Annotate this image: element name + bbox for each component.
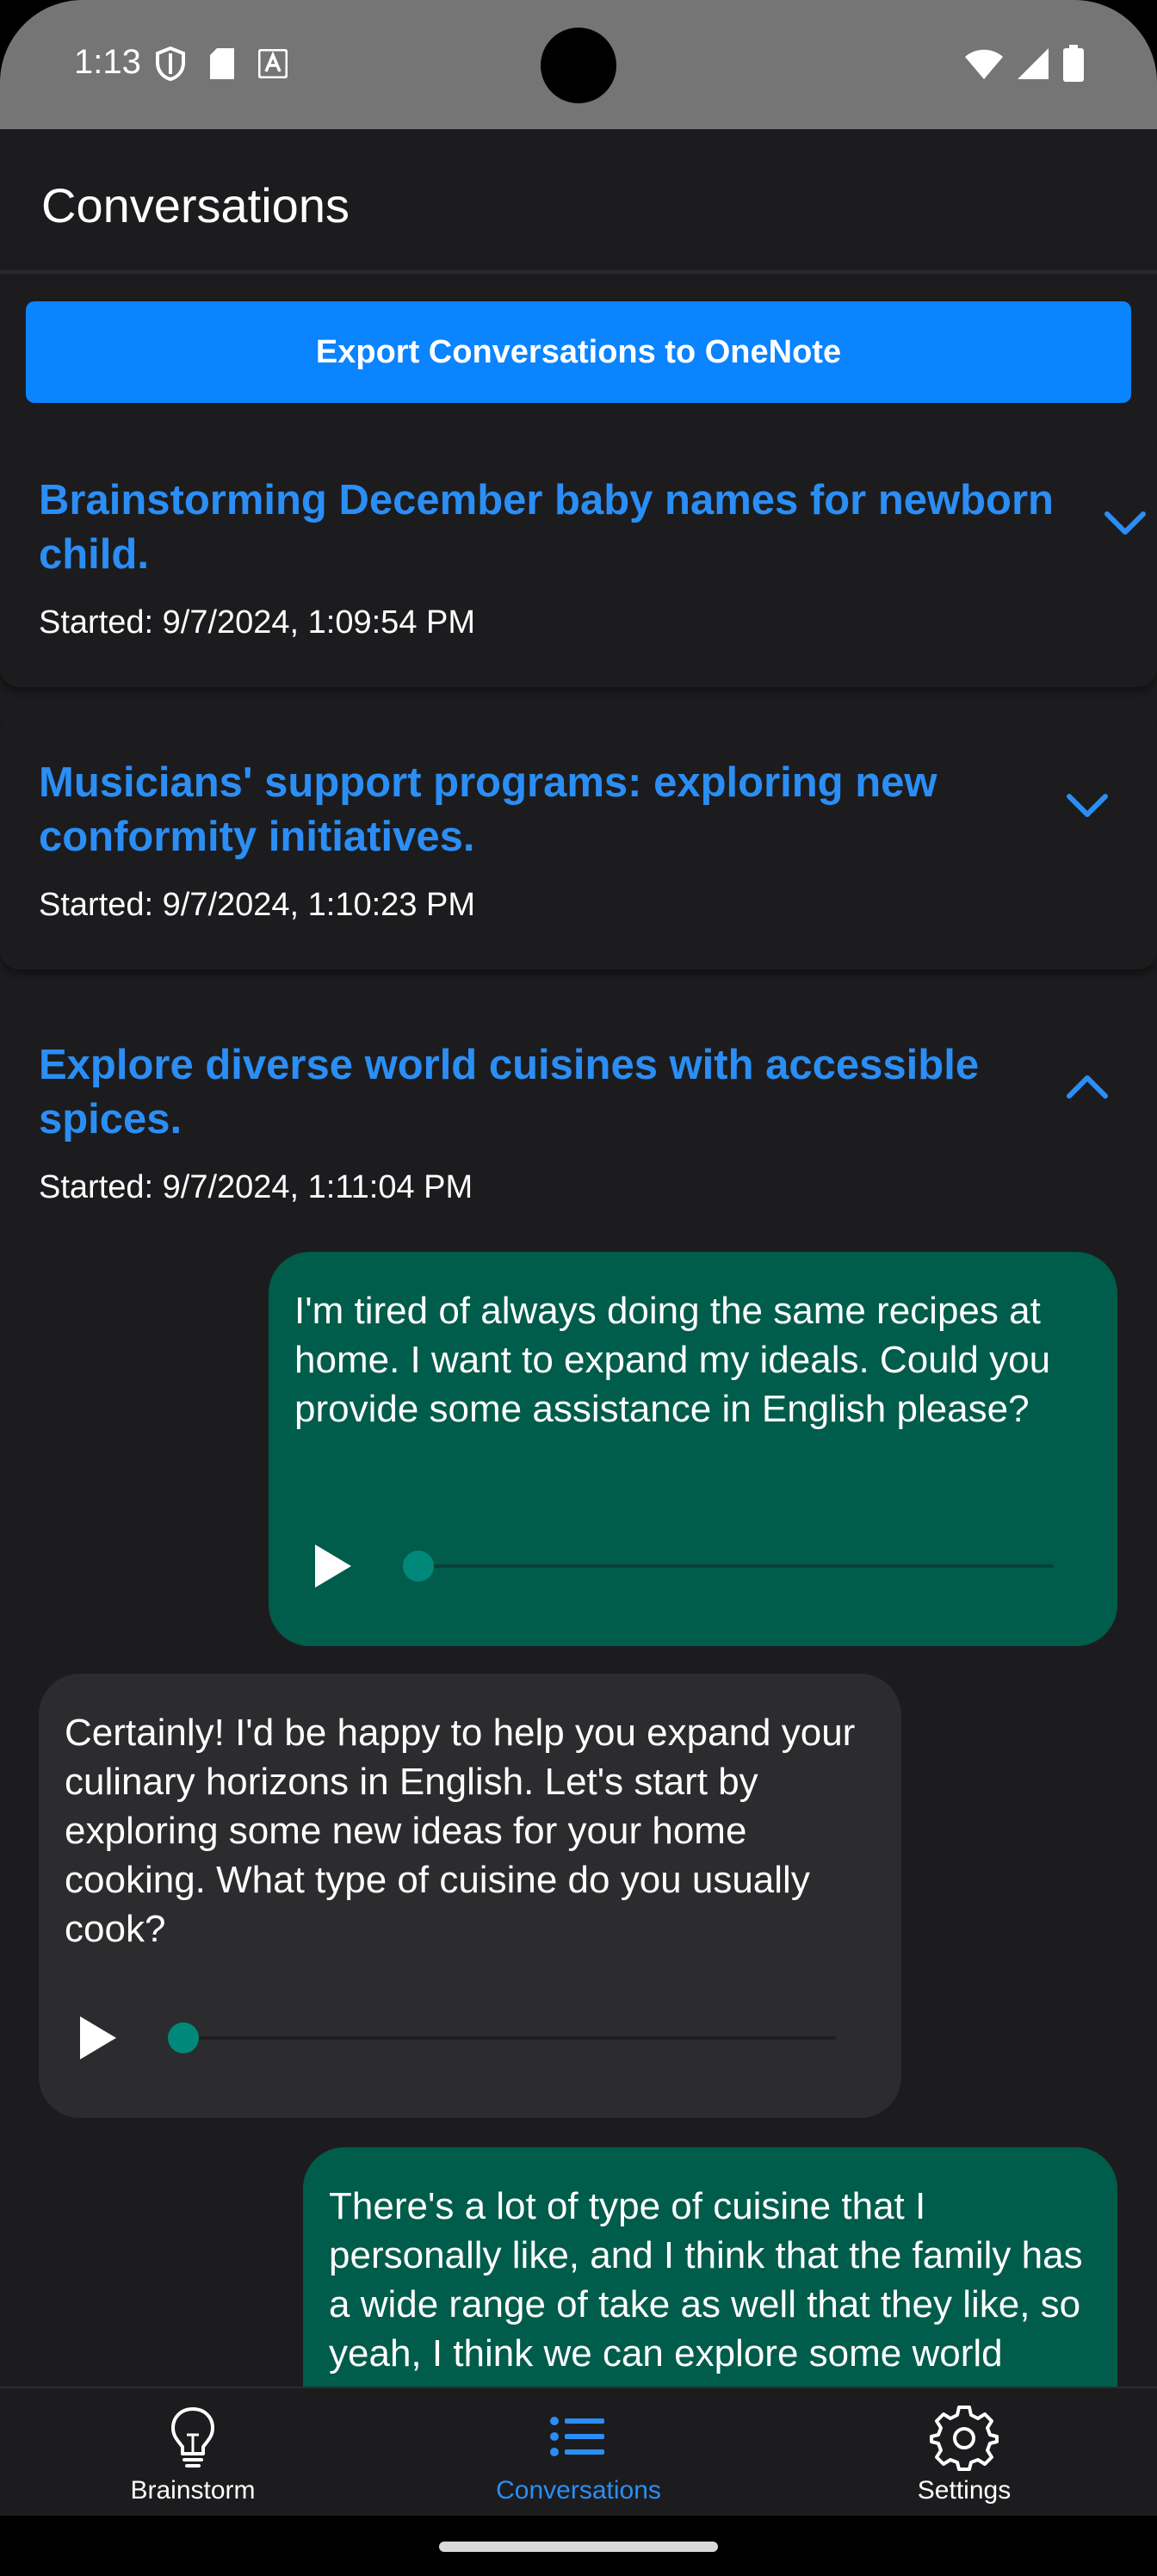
audio-player: [70, 2008, 845, 2068]
conversation-item-expanded[interactable]: Explore diverse world cuisines with acce…: [0, 994, 1157, 2387]
user-message-bubble: I'm tired of always doing the same recip…: [269, 1252, 1117, 1646]
chevron-down-icon[interactable]: [1057, 775, 1117, 835]
cell-signal-icon: [1018, 48, 1049, 79]
user-message-bubble: There's a lot of type of cuisine that I …: [303, 2147, 1117, 2387]
play-icon[interactable]: [70, 2008, 125, 2068]
conversation-start-time: Started: 9/7/2024, 1:09:54 PM: [39, 604, 476, 641]
chevron-down-icon[interactable]: [1095, 492, 1155, 553]
conversation-item[interactable]: Musicians' support programs: exploring n…: [0, 711, 1157, 969]
shield-icon: [156, 46, 185, 81]
app-screen: 1:13 Conversations Export Conversations …: [0, 0, 1157, 2576]
status-time: 1:13: [74, 43, 141, 81]
chevron-up-icon[interactable]: [1057, 1057, 1117, 1118]
status-icons-right: [964, 45, 1085, 83]
message-text: Certainly! I'd be happy to help you expa…: [65, 1712, 856, 1950]
nav-label: Settings: [917, 2476, 1012, 2505]
audio-slider-thumb[interactable]: [403, 1551, 434, 1582]
status-icons-left: [155, 46, 288, 81]
audio-slider-track[interactable]: [182, 2036, 836, 2040]
conversation-start-time: Started: 9/7/2024, 1:10:23 PM: [39, 887, 476, 923]
list-icon: [550, 2417, 604, 2456]
message-text: I'm tired of always doing the same recip…: [294, 1290, 1051, 1430]
gesture-bar-area: [0, 2516, 1157, 2576]
nav-settings[interactable]: Settings: [771, 2388, 1157, 2517]
audio-player: [305, 1536, 1062, 1596]
gear-icon: [930, 2406, 999, 2471]
page-title: Conversations: [41, 178, 350, 232]
conversation-title: Explore diverse world cuisines with acce…: [39, 1042, 980, 1142]
audio-slider-track[interactable]: [417, 1564, 1054, 1568]
home-indicator[interactable]: [439, 2542, 718, 2552]
export-to-onenote-button[interactable]: Export Conversations to OneNote: [26, 301, 1131, 403]
lightbulb-icon: [171, 2407, 214, 2468]
audio-slider-thumb[interactable]: [168, 2022, 199, 2053]
wifi-icon: [965, 49, 1003, 79]
message-text: There's a lot of type of cuisine that I …: [329, 2185, 1083, 2387]
app-bar: Conversations: [0, 129, 1157, 274]
sd-card-icon: [210, 48, 234, 79]
conversation-list[interactable]: Export Conversations to OneNote Brainsto…: [0, 277, 1157, 2387]
conversation-start-time: Started: 9/7/2024, 1:11:04 PM: [39, 1169, 473, 1205]
conversation-item[interactable]: Brainstorming December baby names for ne…: [0, 429, 1157, 687]
status-bar: 1:13: [0, 0, 1157, 129]
bottom-navigation: Brainstorm Conversations Settings: [0, 2387, 1157, 2516]
nav-brainstorm[interactable]: Brainstorm: [0, 2388, 386, 2517]
front-camera: [541, 28, 616, 103]
font-a-icon: [258, 49, 288, 78]
conversation-title: Musicians' support programs: exploring n…: [39, 759, 937, 860]
conversation-title: Brainstorming December baby names for ne…: [39, 477, 1054, 578]
play-icon[interactable]: [305, 1536, 360, 1596]
nav-label: Brainstorm: [130, 2476, 256, 2505]
battery-icon: [1063, 45, 1084, 82]
assistant-message-bubble: Certainly! I'd be happy to help you expa…: [39, 1674, 901, 2118]
nav-label: Conversations: [496, 2476, 661, 2505]
nav-conversations[interactable]: Conversations: [386, 2388, 771, 2517]
